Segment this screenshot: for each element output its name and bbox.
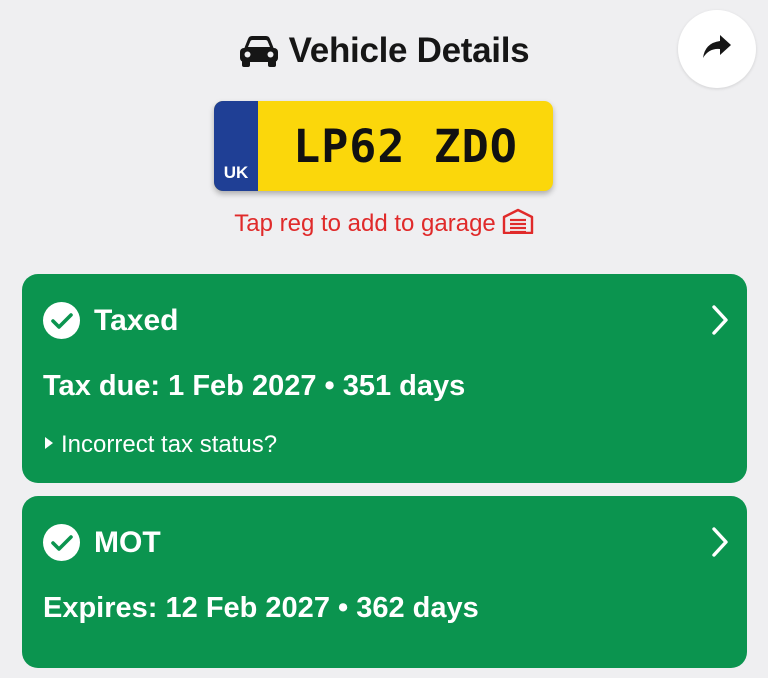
tax-status-row: Taxed: [43, 302, 178, 339]
share-button[interactable]: [678, 10, 756, 88]
title-wrap: Vehicle Details: [239, 31, 530, 71]
incorrect-tax-status-link[interactable]: Incorrect tax status?: [44, 431, 277, 459]
mot-expiry-text: Expires: 12 Feb 2027 • 362 days: [43, 592, 479, 624]
header: Vehicle Details: [0, 26, 768, 76]
registration-plate[interactable]: UK LP62 ZDO: [214, 101, 553, 191]
share-icon: [702, 34, 732, 65]
tax-status-card[interactable]: Taxed Tax due: 1 Feb 2027 • 351 days Inc…: [22, 274, 747, 483]
incorrect-tax-status-label: Incorrect tax status?: [61, 431, 278, 458]
mot-status-label: MOT: [94, 525, 161, 559]
triangle-right-icon: [44, 436, 54, 455]
chevron-right-icon: [711, 304, 729, 341]
plate-country-band: UK: [214, 101, 258, 191]
chevron-right-icon: [711, 526, 729, 563]
check-icon: [43, 524, 80, 561]
garage-hint-label: Tap reg to add to garage: [234, 209, 496, 237]
mot-status-row: MOT: [43, 524, 161, 561]
add-to-garage-hint[interactable]: Tap reg to add to garage: [0, 208, 768, 239]
page-title: Vehicle Details: [288, 31, 530, 70]
plate-country-code: UK: [223, 163, 249, 182]
tax-status-label: Taxed: [94, 303, 179, 337]
plate-registration: LP62 ZDO: [293, 119, 518, 173]
car-icon: [239, 34, 279, 68]
tax-due-text: Tax due: 1 Feb 2027 • 351 days: [43, 370, 466, 402]
garage-icon: [502, 208, 534, 239]
check-icon: [43, 302, 80, 339]
mot-status-card[interactable]: MOT Expires: 12 Feb 2027 • 362 days: [22, 496, 747, 668]
